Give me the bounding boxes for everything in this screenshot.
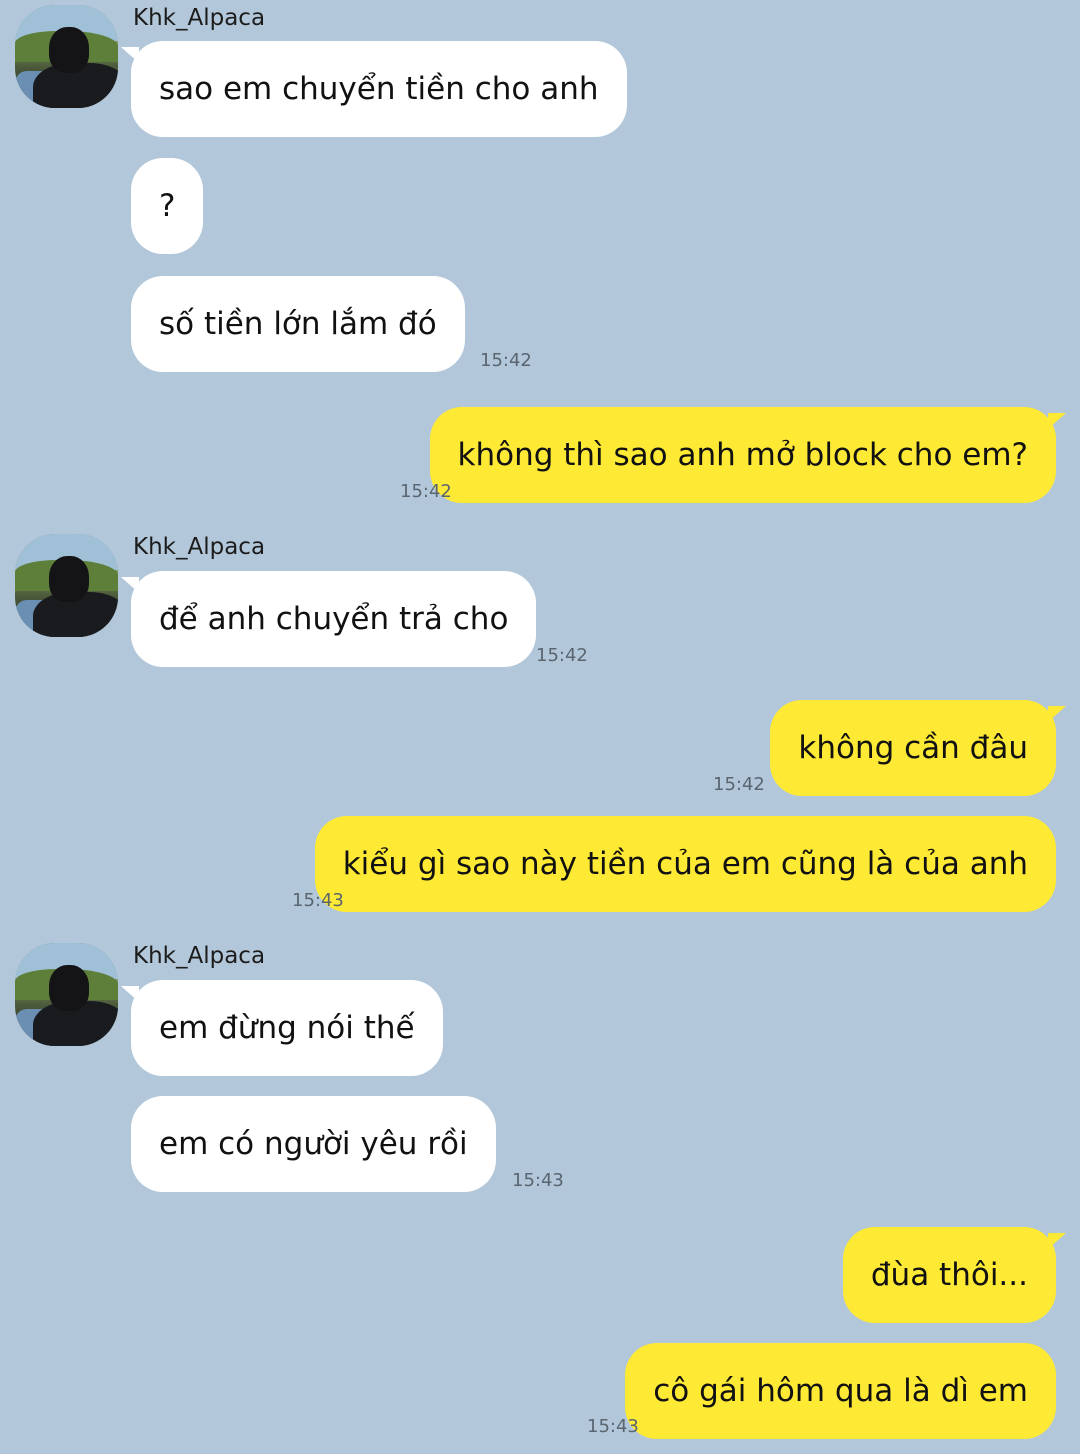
message-bubble-outgoing[interactable]: đùa thôi... (842, 1227, 1067, 1323)
message-bubble-outgoing[interactable]: kiểu gì sao này tiền của em cũng là của … (314, 816, 1056, 912)
message-bubble-incoming[interactable]: để anh chuyển trả cho (120, 571, 537, 667)
message-bubble-outgoing[interactable]: không thì sao anh mở block cho em? (429, 407, 1066, 503)
sender-name: Khk_Alpaca (133, 5, 266, 31)
avatar[interactable] (15, 943, 118, 1046)
message-bubble-incoming[interactable]: ? (131, 158, 204, 254)
message-timestamp: 15:42 (480, 350, 532, 371)
message-timestamp: 15:42 (713, 774, 765, 795)
message-timestamp: 15:42 (400, 481, 452, 502)
message-bubble-incoming[interactable]: em đừng nói thế (121, 980, 443, 1076)
message-timestamp: 15:43 (292, 890, 344, 911)
avatar[interactable] (15, 534, 118, 637)
avatar-head (49, 556, 89, 602)
message-bubble-incoming[interactable]: em có người yêu rồi (131, 1096, 496, 1192)
message-bubble-incoming[interactable]: số tiền lớn lắm đó (131, 276, 465, 372)
message-timestamp: 15:43 (512, 1170, 564, 1191)
message-timestamp: 15:43 (587, 1416, 639, 1437)
message-bubble-incoming[interactable]: sao em chuyển tiền cho anh (121, 41, 627, 137)
sender-name: Khk_Alpaca (133, 534, 266, 560)
avatar-head (49, 27, 89, 73)
avatar-head (49, 965, 89, 1011)
message-bubble-outgoing[interactable]: cô gái hôm qua là dì em (625, 1343, 1056, 1439)
message-timestamp: 15:42 (536, 645, 588, 666)
avatar[interactable] (15, 5, 118, 108)
sender-name: Khk_Alpaca (133, 943, 266, 969)
message-bubble-outgoing[interactable]: không cần đâu (770, 700, 1066, 796)
